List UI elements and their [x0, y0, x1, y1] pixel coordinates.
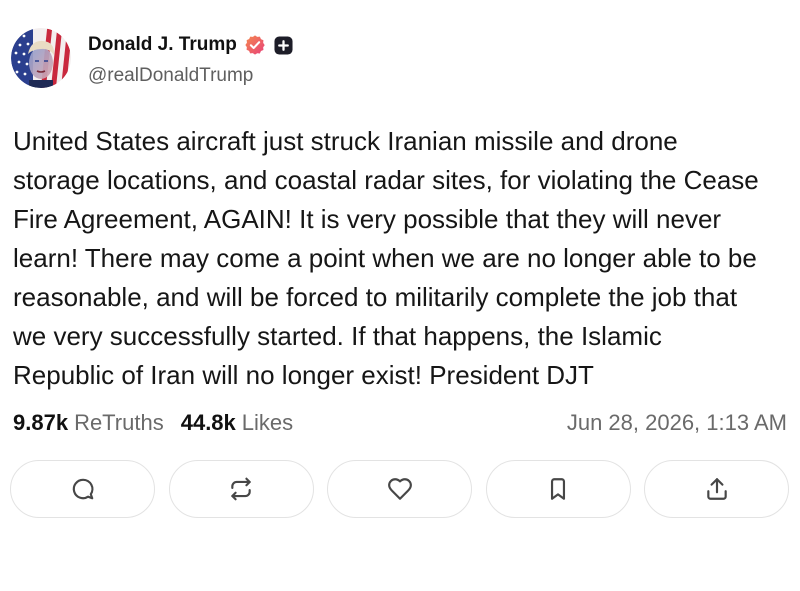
share-icon: [704, 476, 730, 502]
share-button[interactable]: [644, 460, 789, 518]
repost-icon: [228, 476, 254, 502]
retruths-count: 9.87k: [13, 410, 69, 435]
post-text-line: storage locations, and coastal radar sit…: [13, 165, 759, 195]
post-stats: 9.87k ReTruths 44.8k Likes Jun 28, 2026, 1…: [13, 409, 787, 437]
like-button[interactable]: [327, 460, 472, 518]
author-name[interactable]: Donald J. Trump: [88, 33, 237, 57]
avatar[interactable]: [11, 28, 71, 88]
plus-badge-icon: [274, 35, 293, 55]
bookmark-button[interactable]: [485, 460, 631, 518]
verified-badge-icon: [244, 34, 266, 56]
post-timestamp[interactable]: Jun 28, 2026, 1:13 AM: [567, 409, 787, 437]
avatar-image: [11, 28, 71, 88]
author-name-row: Donald J. Trump: [88, 33, 293, 57]
post-text-line: Republic of Iran will no longer exist! P…: [13, 360, 594, 390]
post-text-line: learn! There may come a point when we ar…: [13, 243, 757, 273]
retruth-button[interactable]: [168, 460, 314, 518]
post-actions: [10, 460, 789, 518]
author-handle[interactable]: @realDonaldTrump: [88, 64, 253, 88]
post-text-line: United States aircraft just struck Irani…: [13, 126, 678, 156]
reply-button[interactable]: [10, 460, 155, 518]
likes-stat[interactable]: 44.8k Likes: [181, 409, 293, 437]
post-body: United States aircraft just struck Irani…: [13, 122, 759, 395]
bookmark-icon: [545, 476, 571, 502]
retruths-label: ReTruths: [74, 410, 164, 435]
post-text-line: reasonable, and will be forced to milita…: [13, 282, 738, 312]
heart-icon: [387, 476, 413, 502]
comment-icon: [70, 476, 96, 502]
likes-count: 44.8k: [180, 410, 236, 435]
post-text-line: we very successfully started. If that ha…: [13, 321, 662, 351]
retruths-stat[interactable]: 9.87k ReTruths: [13, 409, 164, 437]
engagement-counts: 9.87k ReTruths 44.8k Likes: [13, 409, 293, 437]
likes-label: Likes: [241, 410, 294, 435]
post-text-line: Fire Agreement, AGAIN! It is very possib…: [13, 204, 722, 234]
